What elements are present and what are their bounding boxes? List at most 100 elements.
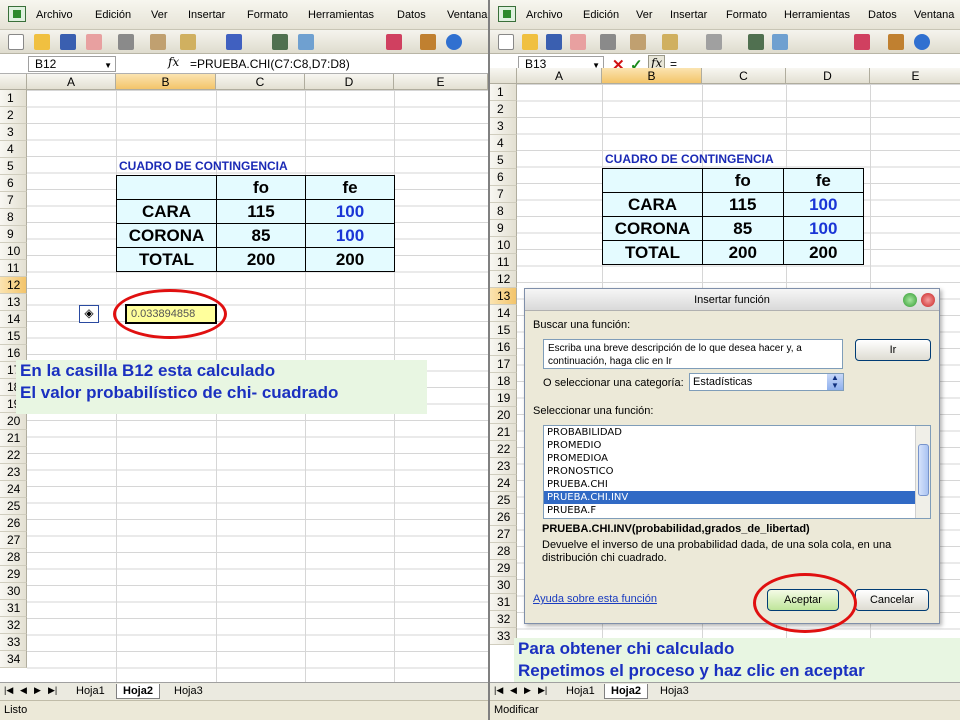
row-header[interactable]: 21 (0, 430, 27, 447)
table-cell[interactable]: 100 (305, 223, 395, 248)
row-header[interactable]: 6 (0, 175, 27, 192)
table-header-cell[interactable]: fe (305, 175, 395, 200)
row-header[interactable]: 34 (0, 651, 27, 668)
table-cell[interactable]: 200 (216, 247, 306, 272)
chevron-down-icon[interactable]: ▼ (104, 59, 112, 73)
row-header[interactable]: 2 (490, 101, 517, 118)
row-header[interactable]: 25 (0, 498, 27, 515)
column-header-b[interactable]: B (116, 74, 216, 90)
next-sheet-icon[interactable]: ▶ (524, 685, 531, 696)
menu-insertar[interactable]: Insertar (188, 9, 225, 21)
open-icon[interactable] (34, 34, 50, 50)
row-header[interactable]: 20 (490, 407, 517, 424)
row-header[interactable]: 14 (490, 305, 517, 322)
column-header-e[interactable]: E (394, 74, 488, 90)
row-header[interactable]: 33 (490, 628, 517, 645)
row-header[interactable]: 23 (490, 458, 517, 475)
row-header[interactable]: 2 (0, 107, 27, 124)
table-header-cell[interactable]: fe (782, 168, 864, 193)
tab-hoja1[interactable]: Hoja1 (560, 684, 601, 699)
first-sheet-icon[interactable]: |◀ (4, 685, 13, 696)
row-header[interactable]: 22 (490, 441, 517, 458)
row-header[interactable]: 4 (0, 141, 27, 158)
chart-wizard-icon[interactable] (420, 34, 436, 50)
print-icon[interactable] (118, 34, 134, 50)
row-header[interactable]: 22 (0, 447, 27, 464)
row-header[interactable]: 3 (0, 124, 27, 141)
list-item[interactable]: PRUEBA.F (544, 504, 930, 517)
row-header[interactable]: 7 (0, 192, 27, 209)
excel-app-icon[interactable] (498, 6, 516, 22)
menu-herramientas[interactable]: Herramientas (784, 9, 850, 21)
table-cell[interactable]: 85 (702, 216, 784, 241)
tab-hoja2[interactable]: Hoja2 (604, 684, 648, 699)
list-item[interactable]: PRUEBA.CHI (544, 478, 930, 491)
tab-hoja2[interactable]: Hoja2 (116, 684, 160, 699)
menu-datos[interactable]: Datos (397, 9, 426, 21)
row-header[interactable]: 31 (0, 600, 27, 617)
next-sheet-icon[interactable]: ▶ (34, 685, 41, 696)
row-header[interactable]: 8 (0, 209, 27, 226)
row-header[interactable]: 27 (0, 532, 27, 549)
table-cell[interactable]: TOTAL (602, 240, 703, 265)
menu-insertar[interactable]: Insertar (670, 9, 707, 21)
insert-hyperlink-icon[interactable] (748, 34, 764, 50)
permission-icon[interactable] (86, 34, 102, 50)
new-icon[interactable] (498, 34, 514, 50)
table-cell[interactable]: CARA (116, 199, 217, 224)
row-header[interactable]: 28 (0, 549, 27, 566)
last-sheet-icon[interactable]: ▶| (48, 685, 57, 696)
excel-app-icon[interactable] (8, 6, 26, 22)
column-header-d[interactable]: D (305, 74, 394, 90)
table-cell[interactable]: 100 (782, 192, 864, 217)
menu-archivo[interactable]: Archivo (526, 9, 563, 21)
table-cell[interactable]: CORONA (602, 216, 703, 241)
row-header[interactable]: 14 (0, 311, 27, 328)
autosum-icon[interactable] (772, 34, 788, 50)
category-select[interactable]: Estadísticas ▲ ▼ (689, 373, 844, 391)
menu-ver[interactable]: Ver (151, 9, 168, 21)
row-header[interactable]: 13 (0, 294, 27, 311)
list-item[interactable]: PRONOSTICO (544, 465, 930, 478)
table-cell[interactable]: TOTAL (116, 247, 217, 272)
table-cell[interactable]: 115 (216, 199, 306, 224)
column-header-a[interactable]: A (27, 74, 116, 90)
row-header[interactable]: 9 (490, 220, 517, 237)
row-header[interactable]: 32 (0, 617, 27, 634)
row-header[interactable]: 11 (0, 260, 27, 277)
row-header[interactable]: 32 (490, 611, 517, 628)
table-cell[interactable]: 115 (702, 192, 784, 217)
table-cell[interactable]: 100 (782, 216, 864, 241)
column-header-a[interactable]: A (517, 68, 602, 84)
table-cell[interactable]: 200 (305, 247, 395, 272)
row-header[interactable]: 23 (0, 464, 27, 481)
table-cell[interactable]: 85 (216, 223, 306, 248)
row-header[interactable]: 26 (0, 515, 27, 532)
permission-icon[interactable] (570, 34, 586, 50)
row-header[interactable]: 9 (0, 226, 27, 243)
row-header[interactable]: 17 (490, 356, 517, 373)
row-header[interactable]: 30 (0, 583, 27, 600)
scrollbar-thumb[interactable] (918, 444, 929, 496)
help-icon[interactable] (914, 34, 930, 50)
row-header[interactable]: 27 (490, 526, 517, 543)
print-icon[interactable] (600, 34, 616, 50)
table-header-cell[interactable] (116, 175, 217, 200)
open-icon[interactable] (522, 34, 538, 50)
sort-icon[interactable] (854, 34, 870, 50)
table-header-cell[interactable]: fo (216, 175, 306, 200)
table-cell[interactable]: CORONA (116, 223, 217, 248)
menu-ver[interactable]: Ver (636, 9, 653, 21)
research-icon[interactable] (150, 34, 166, 50)
list-item[interactable]: PROMEDIOA (544, 452, 930, 465)
list-item[interactable]: PROBABILIDAD (544, 426, 930, 439)
menu-archivo[interactable]: Archivo (36, 9, 73, 21)
menu-ventana[interactable]: Ventana (914, 9, 954, 21)
row-header[interactable]: 26 (490, 509, 517, 526)
column-header-c[interactable]: C (216, 74, 305, 90)
menu-ventana[interactable]: Ventana (447, 9, 487, 21)
row-header[interactable]: 7 (490, 186, 517, 203)
undo-icon[interactable] (706, 34, 722, 50)
help-link[interactable]: Ayuda sobre esta función (533, 593, 657, 605)
list-item-selected[interactable]: PRUEBA.CHI.INV (544, 491, 930, 504)
